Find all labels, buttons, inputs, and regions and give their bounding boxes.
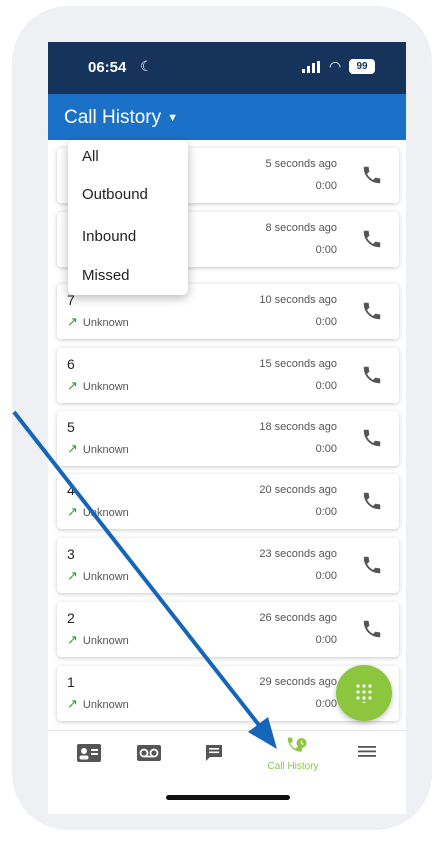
call-direction-label: Unknown — [82, 507, 129, 519]
wifi-icon: ◠ — [329, 58, 342, 74]
phone-screen: 06:54 ☾ ◠ 99 Call History ▼ 5 seconds ago… — [48, 42, 406, 814]
phone-icon[interactable] — [361, 364, 383, 386]
outbound-arrow-icon: ↗ — [67, 441, 78, 456]
menu-icon — [358, 746, 376, 757]
home-indicator — [166, 795, 290, 800]
call-number: 2 — [67, 610, 75, 626]
phone-icon[interactable] — [361, 228, 383, 250]
call-time-ago: 18 seconds ago — [259, 421, 337, 433]
status-bar: 06:54 ☾ ◠ 99 — [48, 42, 406, 94]
call-direction: ↗ Unknown — [67, 632, 129, 648]
call-time-ago: 29 seconds ago — [259, 676, 337, 688]
call-time-ago: 8 seconds ago — [265, 222, 337, 234]
phone-icon[interactable] — [361, 300, 383, 322]
phone-icon[interactable] — [361, 164, 383, 186]
call-direction-label: Unknown — [82, 635, 129, 647]
dialpad-button[interactable] — [336, 665, 392, 721]
messages-icon — [206, 745, 222, 761]
nav-call-history-label: Call History — [267, 761, 319, 772]
phone-icon[interactable] — [361, 618, 383, 640]
call-duration: 0:00 — [315, 506, 337, 518]
outbound-arrow-icon: ↗ — [67, 314, 78, 329]
call-direction-label: Unknown — [82, 444, 129, 456]
nav-messages[interactable] — [199, 731, 229, 777]
call-list-item[interactable]: 4 ↗ Unknown 20 seconds ago 0:00 — [57, 474, 399, 529]
call-direction-label: Unknown — [82, 317, 129, 329]
call-direction-label: Unknown — [82, 571, 129, 583]
phone-icon[interactable] — [361, 427, 383, 449]
outbound-arrow-icon: ↗ — [67, 568, 78, 583]
filter-option-outbound[interactable]: Outbound — [82, 186, 148, 203]
dialpad-icon — [356, 684, 372, 703]
call-history-filter-dropdown[interactable]: Call History ▼ — [64, 107, 178, 129]
call-duration: 0:00 — [315, 634, 337, 646]
call-number: 5 — [67, 419, 75, 435]
call-number: 6 — [67, 356, 75, 372]
signal-icon — [302, 61, 320, 73]
phone-icon[interactable] — [361, 490, 383, 512]
outbound-arrow-icon: ↗ — [67, 504, 78, 519]
call-duration: 0:00 — [315, 698, 337, 710]
call-direction: ↗ Unknown — [67, 441, 129, 457]
call-duration: 0:00 — [315, 380, 337, 392]
battery-indicator: 99 — [349, 59, 375, 74]
call-time-ago: 15 seconds ago — [259, 358, 337, 370]
call-time-ago: 5 seconds ago — [265, 158, 337, 170]
status-time: 06:54 — [88, 59, 127, 76]
phone-icon[interactable] — [361, 554, 383, 576]
contacts-icon — [77, 744, 101, 762]
call-time-ago: 20 seconds ago — [259, 484, 337, 496]
call-direction: ↗ Unknown — [67, 504, 129, 520]
call-direction: ↗ Unknown — [67, 314, 129, 330]
nav-voicemail[interactable] — [132, 731, 166, 777]
call-direction-label: Unknown — [82, 381, 129, 393]
call-list-item[interactable]: 6 ↗ Unknown 15 seconds ago 0:00 — [57, 348, 399, 403]
call-time-ago: 10 seconds ago — [259, 294, 337, 306]
call-duration: 0:00 — [315, 316, 337, 328]
filter-option-all[interactable]: All — [82, 148, 99, 165]
do-not-disturb-icon: ☾ — [140, 58, 153, 74]
filter-option-missed[interactable]: Missed — [82, 267, 130, 284]
call-number: 3 — [67, 546, 75, 562]
call-duration: 0:00 — [315, 570, 337, 582]
call-direction: ↗ Unknown — [67, 378, 129, 394]
voicemail-icon — [137, 745, 161, 761]
call-list-item[interactable]: 3 ↗ Unknown 23 seconds ago 0:00 — [57, 538, 399, 593]
call-list-item[interactable]: 5 ↗ Unknown 18 seconds ago 0:00 — [57, 411, 399, 466]
call-direction-label: Unknown — [82, 699, 129, 711]
chevron-down-icon: ▼ — [167, 111, 179, 124]
call-list-item[interactable]: 2 ↗ Unknown 26 seconds ago 0:00 — [57, 602, 399, 657]
call-duration: 0:00 — [315, 180, 337, 192]
call-time-ago: 26 seconds ago — [259, 612, 337, 624]
outbound-arrow-icon: ↗ — [67, 378, 78, 393]
call-number: 1 — [67, 674, 75, 690]
nav-menu[interactable] — [354, 731, 380, 777]
app-bar: Call History ▼ — [48, 94, 406, 140]
nav-call-history[interactable]: Call History — [258, 731, 328, 777]
call-history-icon — [287, 737, 307, 752]
page-title: Call History — [64, 107, 162, 128]
outbound-arrow-icon: ↗ — [67, 696, 78, 711]
nav-contacts[interactable] — [72, 731, 106, 777]
call-duration: 0:00 — [315, 244, 337, 256]
call-duration: 0:00 — [315, 443, 337, 455]
call-number: 4 — [67, 482, 75, 498]
outbound-arrow-icon: ↗ — [67, 632, 78, 647]
filter-dropdown-menu: All Outbound Inbound Missed — [68, 140, 188, 295]
call-direction: ↗ Unknown — [67, 696, 129, 712]
filter-option-inbound[interactable]: Inbound — [82, 228, 136, 245]
call-direction: ↗ Unknown — [67, 568, 129, 584]
bottom-nav: Call History — [48, 730, 406, 814]
call-time-ago: 23 seconds ago — [259, 548, 337, 560]
